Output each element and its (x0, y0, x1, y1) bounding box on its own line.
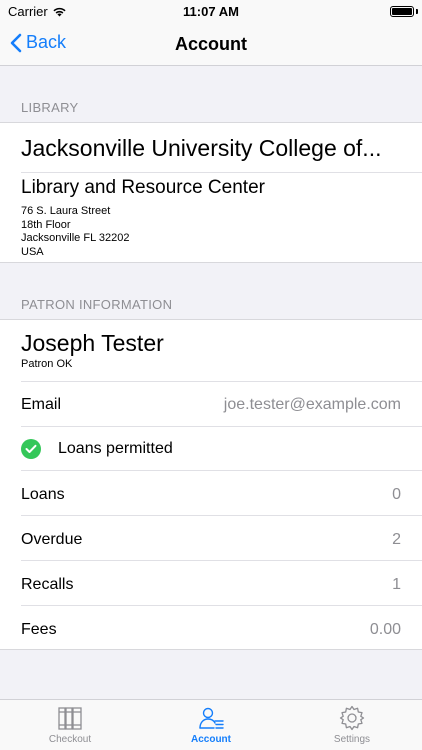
tab-label: Account (191, 734, 231, 745)
books-icon (58, 707, 82, 730)
divider (21, 470, 422, 471)
navigation-bar: Back Account (0, 22, 422, 66)
patron-name: Joseph Tester (21, 330, 164, 356)
patron-section-header: PATRON INFORMATION (21, 297, 173, 312)
person-list-icon (199, 707, 224, 729)
loans-value: 0 (392, 486, 401, 503)
email-label: Email (21, 396, 62, 413)
page-title: Account (175, 34, 247, 54)
tab-bar: Checkout Account Settings (0, 699, 422, 750)
battery-icon (390, 6, 414, 17)
recalls-value: 1 (392, 576, 401, 593)
divider (21, 172, 422, 173)
tab-account[interactable]: Account (141, 704, 281, 745)
fees-value: 0.00 (369, 621, 401, 638)
patron-group: Joseph Tester Patron OK Email joe.tester… (0, 319, 422, 650)
status-bar: Carrier 11:07 AM (0, 0, 422, 22)
tab-label: Checkout (48, 734, 92, 745)
tab-checkout[interactable]: Checkout (0, 704, 140, 745)
divider (21, 605, 422, 606)
email-value[interactable]: joe.tester@example.com (224, 396, 401, 414)
divider (21, 381, 422, 382)
library-subtitle: Library and Resource Center (21, 177, 265, 198)
loans-permitted-label: Loans permitted (58, 440, 173, 457)
address-line: 76 S. Laura Street (21, 205, 111, 217)
library-section-header: LIBRARY (21, 100, 79, 115)
overdue-value: 2 (392, 531, 401, 548)
address-line: Jacksonville FL 32202 (21, 232, 130, 244)
fees-label: Fees (21, 621, 57, 638)
library-name: Jacksonville University College of... (21, 135, 382, 161)
library-group: Jacksonville University College of... Li… (0, 122, 422, 263)
address-line: USA (21, 245, 44, 258)
gear-icon (339, 705, 365, 731)
tab-label: Settings (333, 734, 371, 745)
tab-settings[interactable]: Settings (282, 704, 422, 745)
checkmark-circle-icon (21, 439, 41, 459)
status-time: 11:07 AM (183, 4, 239, 19)
address-line: 18th Floor (21, 218, 71, 231)
battery-tip (416, 9, 418, 14)
divider (21, 426, 422, 427)
divider (21, 515, 422, 516)
loans-label: Loans (21, 486, 65, 503)
recalls-label: Recalls (21, 576, 74, 593)
patron-status: Patron OK (21, 358, 73, 370)
overdue-label: Overdue (21, 531, 83, 548)
divider (21, 560, 422, 561)
